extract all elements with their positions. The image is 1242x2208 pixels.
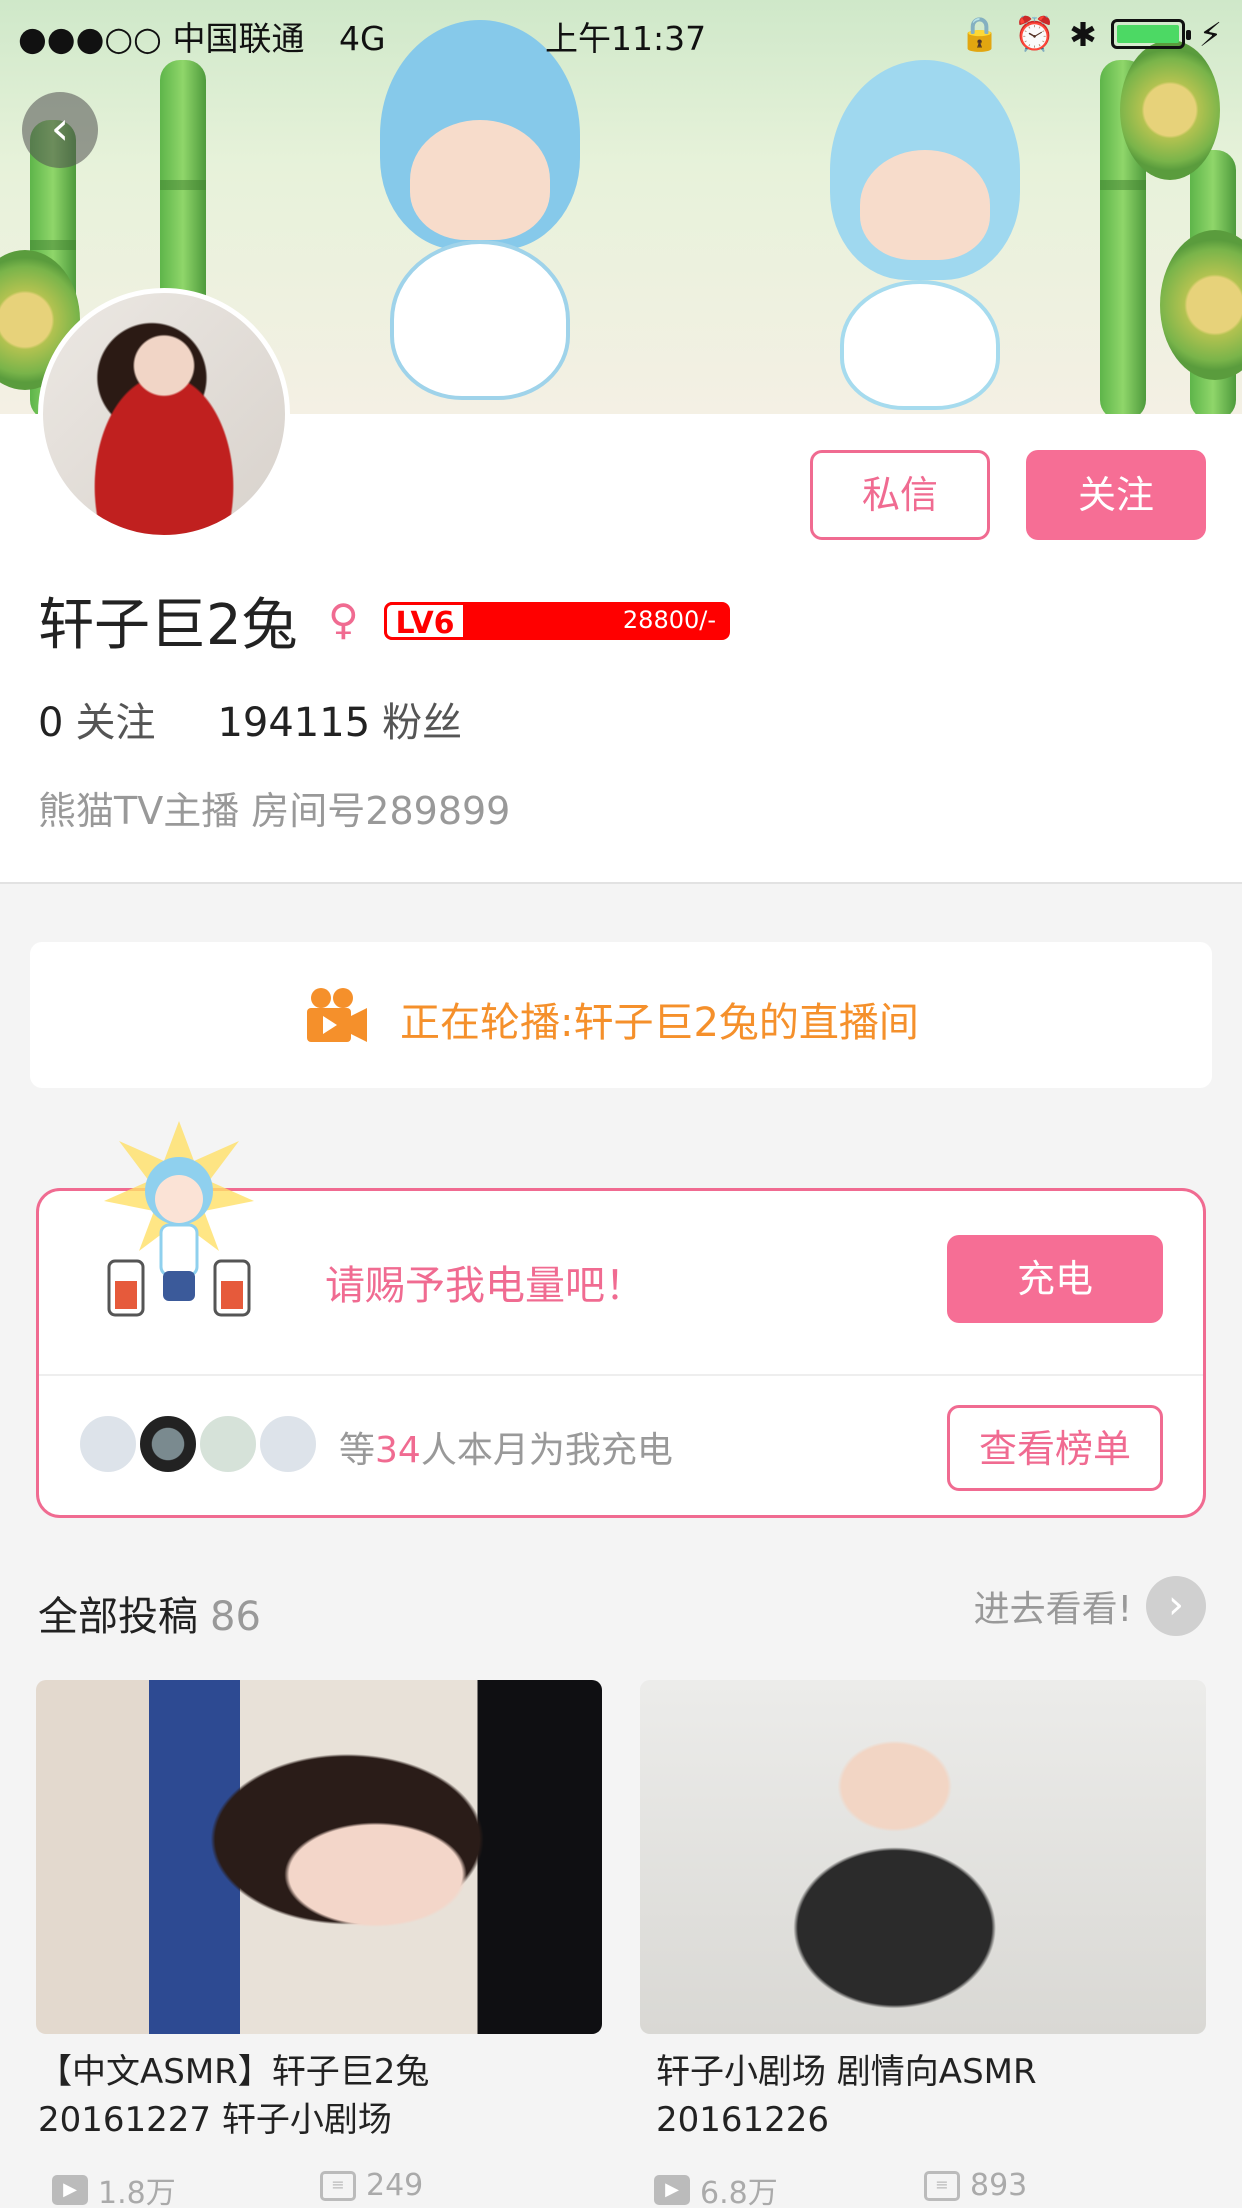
view-all-label: 进去看看! [973,1589,1132,1630]
play-icon: ▶ [654,2175,690,2205]
rotation-lock-icon: 🔒 [958,14,1001,53]
posts-title: 全部投稿 [38,1594,198,1640]
banner-character [840,280,1000,410]
network-label: 4G [338,19,386,58]
comment-icon: ≡ [924,2170,960,2201]
level-label: LV6 [384,602,466,640]
fans-stat[interactable]: 194115 粉丝 [217,690,462,748]
supporter-avatars[interactable] [77,1413,319,1475]
fans-count: 194115 [217,700,371,746]
bluetooth-icon: ✱ [1069,14,1097,54]
play-count: 1.8万 [98,2176,176,2208]
comment-count: 893 [970,2168,1028,2203]
supporter-prefix: 等 [339,1430,376,1471]
carrier-info: ●●●○○ 中国联通 4G [18,12,386,60]
divider [39,1374,1203,1376]
battery-icon [1110,19,1191,49]
banner-character [410,120,550,240]
supporter-count: 34 [375,1430,421,1471]
banner-character [860,150,990,260]
video-camera-icon [307,988,367,1042]
following-count: 0 [38,700,64,746]
live-room-text: 正在轮播:轩子巨2兔的直播间 [400,1000,919,1046]
status-icons: 🔒 ⏰ ✱ ⚡ [959,14,1222,54]
charge-prompt: 请赐予我电量吧！ [325,1263,645,1309]
avatar [257,1413,319,1475]
chevron-right-icon: › [1146,1576,1206,1636]
video-title[interactable]: 【中文ASMR】轩子巨2兔 20161227 轩子小剧场 [38,2048,598,2144]
fans-label: 粉丝 [382,700,463,746]
message-button[interactable]: 私信 [810,450,990,540]
posts-header: 全部投稿 86 [38,1584,261,1642]
supporter-summary: 等34人本月为我充电 [339,1421,673,1473]
mascot-illustration [104,1121,254,1317]
banner-decoration [1120,40,1220,180]
live-room-banner[interactable]: 正在轮播:轩子巨2兔的直播间 [30,942,1212,1088]
video-thumbnail[interactable] [640,1680,1206,2034]
alarm-icon: ⏰ [1014,14,1056,53]
clock: 上午11:37 [545,19,707,58]
play-count: 6.8万 [700,2176,778,2208]
comment-count: 249 [366,2168,424,2203]
video-meta: ▶ 1.8万 [52,2168,176,2208]
following-label: 关注 [75,700,156,746]
video-thumbnail[interactable] [36,1680,602,2034]
charge-button[interactable]: 充电 [947,1235,1163,1323]
avatar [137,1413,199,1475]
level-exp: 28800/- [622,606,716,634]
profile-bio: 熊猫TV主播 房间号289899 [38,789,511,833]
chevron-left-icon: ‹ [50,101,70,155]
username: 轩子巨2兔 [38,593,298,658]
avatar[interactable] [38,288,290,540]
comment-icon: ≡ [320,2170,356,2201]
video-meta: ▶ 6.8万 [654,2168,778,2208]
video-meta: ≡ 249 [320,2168,423,2203]
back-button[interactable]: ‹ [22,92,98,168]
view-ranking-button[interactable]: 查看榜单 [947,1405,1163,1491]
following-stat[interactable]: 0 关注 [38,690,155,748]
status-bar: ●●●○○ 中国联通 4G 上午11:37 🔒 ⏰ ✱ ⚡ [0,0,1242,60]
charging-icon: ⚡ [1198,14,1222,54]
avatar [197,1413,259,1475]
avatar [77,1413,139,1475]
charge-panel: 请赐予我电量吧！ 充电 等34人本月为我充电 查看榜单 [36,1121,1206,1518]
level-badge: LV6 28800/- [384,602,730,640]
play-icon: ▶ [52,2175,88,2205]
view-all-posts-link[interactable]: 进去看看! › [974,1576,1206,1636]
female-icon: ♀ [328,595,359,644]
supporter-suffix: 人本月为我充电 [420,1430,673,1471]
follow-button[interactable]: 关注 [1026,450,1206,540]
video-meta: ≡ 893 [924,2168,1027,2203]
banner-decoration [1160,230,1242,380]
posts-count: 86 [210,1594,261,1640]
video-title[interactable]: 轩子小剧场 剧情向ASMR 20161226 [656,2048,1216,2144]
follow-stats: 0 关注 194115 粉丝 [38,690,462,748]
banner-character [390,240,570,400]
carrier-label: ●●●○○ 中国联通 [18,19,305,58]
